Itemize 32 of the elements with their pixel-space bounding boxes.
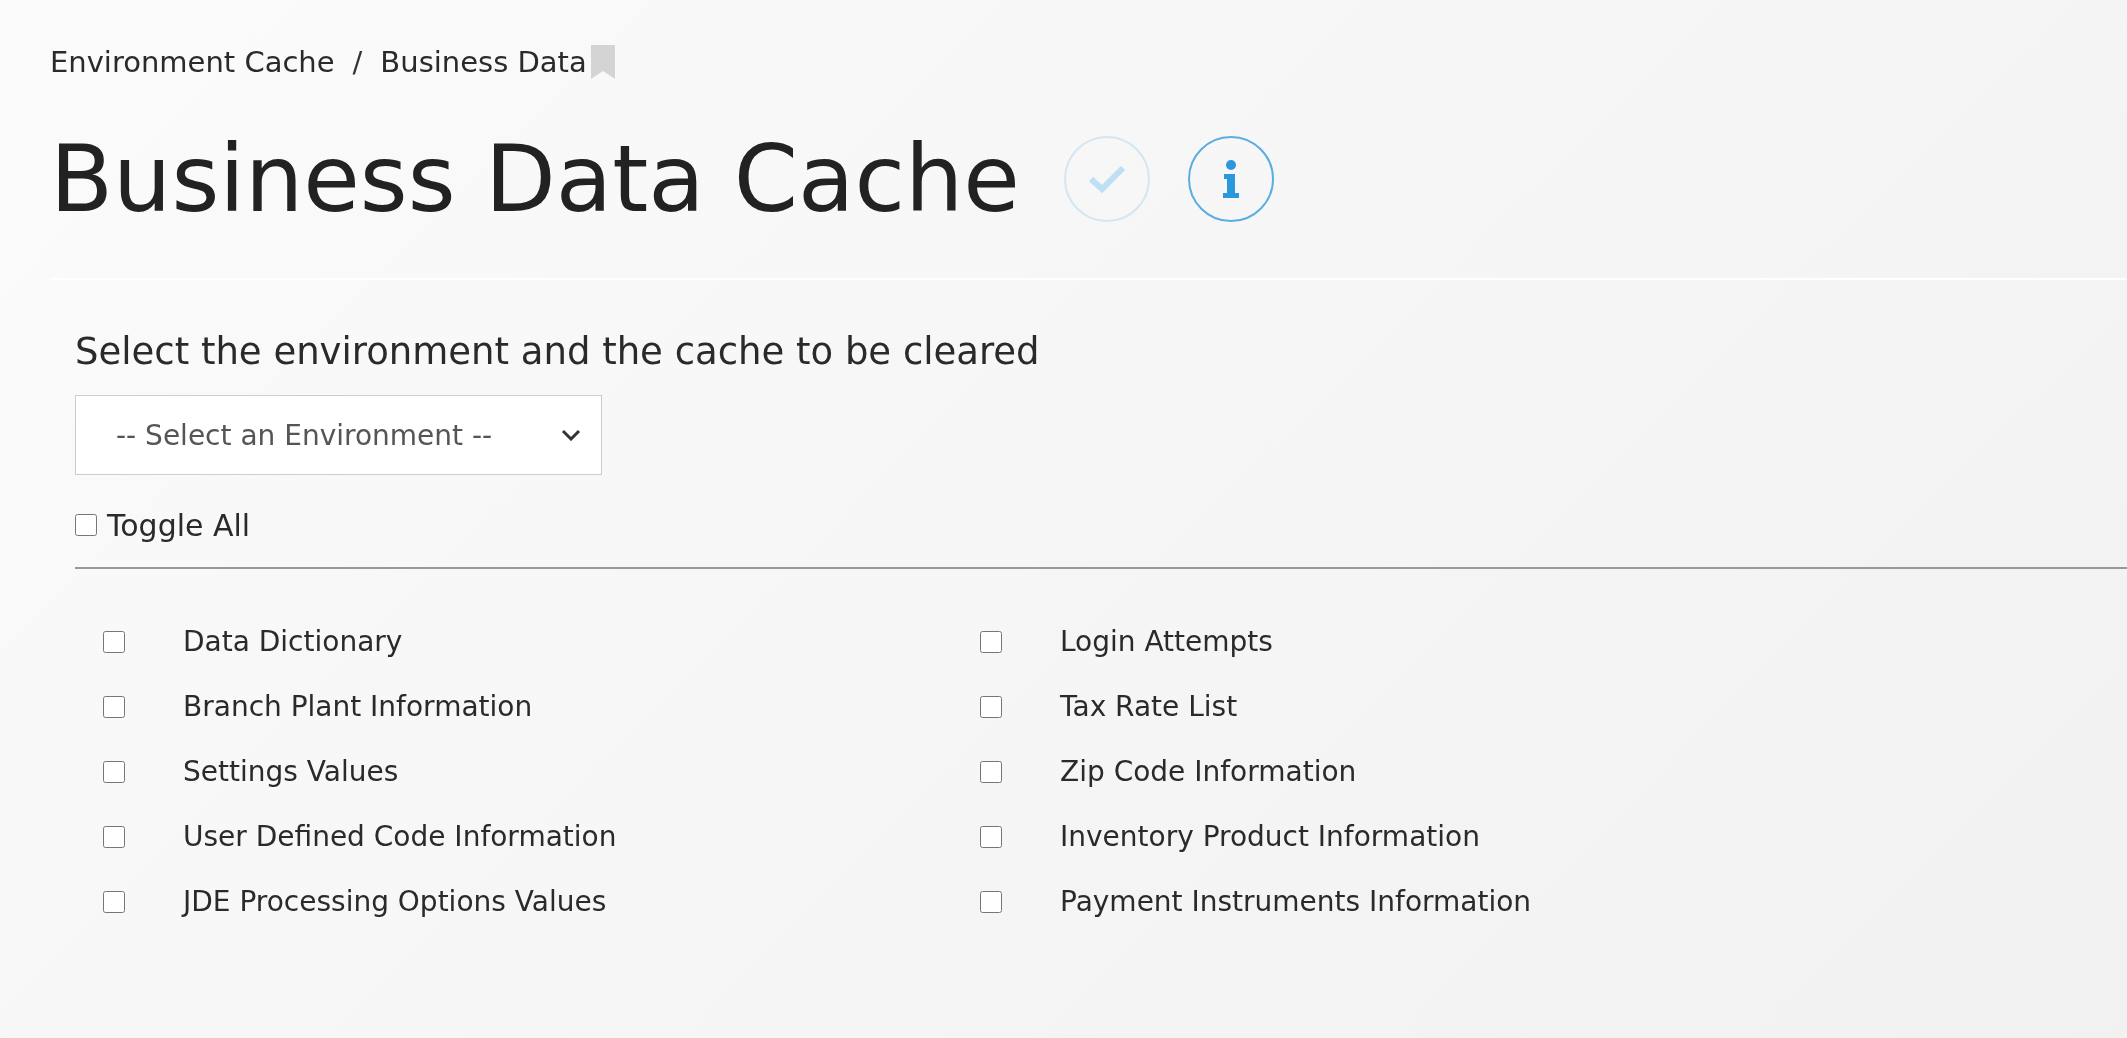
checkbox[interactable]: [103, 825, 125, 848]
instruction-text: Select the environment and the cache to be cleared: [75, 330, 1041, 373]
checkbox[interactable]: [980, 760, 1002, 783]
checkbox-label: Branch Plant Information: [183, 690, 533, 723]
checkbox-label: Zip Code Information: [1060, 755, 1357, 788]
chevron-down-icon: [561, 429, 581, 441]
checkbox-label: Payment Instruments Information: [1060, 885, 1532, 918]
breadcrumb-separator: /: [352, 45, 363, 79]
checkbox[interactable]: [103, 630, 125, 653]
checkbox[interactable]: [980, 890, 1002, 913]
checkbox[interactable]: [103, 695, 125, 718]
toggle-all-label: Toggle All: [107, 507, 251, 543]
environment-select[interactable]: -- Select an Environment --: [75, 395, 602, 475]
checkbox-label: User Defined Code Information: [183, 820, 617, 853]
info-button[interactable]: [1187, 136, 1274, 222]
checkbox-label: JDE Processing Options Values: [183, 885, 607, 918]
breadcrumb-link[interactable]: Environment Cache: [50, 45, 335, 79]
checkbox-label: Inventory Product Information: [1060, 820, 1480, 853]
checkmark-icon: [1086, 164, 1127, 194]
breadcrumb-link[interactable]: Business Data: [380, 45, 587, 79]
page-title: Business Data Cache: [50, 125, 1020, 233]
checkbox[interactable]: [103, 890, 125, 913]
checkbox[interactable]: [75, 514, 97, 536]
checkbox[interactable]: [980, 695, 1002, 718]
checkbox-label: Login Attempts: [1060, 625, 1273, 658]
info-icon: [1220, 159, 1241, 199]
checkbox-label: Tax Rate List: [1060, 690, 1238, 723]
checkbox[interactable]: [980, 825, 1002, 848]
checkbox-label: Data Dictionary: [183, 625, 403, 658]
checkbox-label: Settings Values: [183, 755, 399, 788]
checkbox[interactable]: [980, 630, 1002, 653]
checkbox[interactable]: [103, 760, 125, 783]
